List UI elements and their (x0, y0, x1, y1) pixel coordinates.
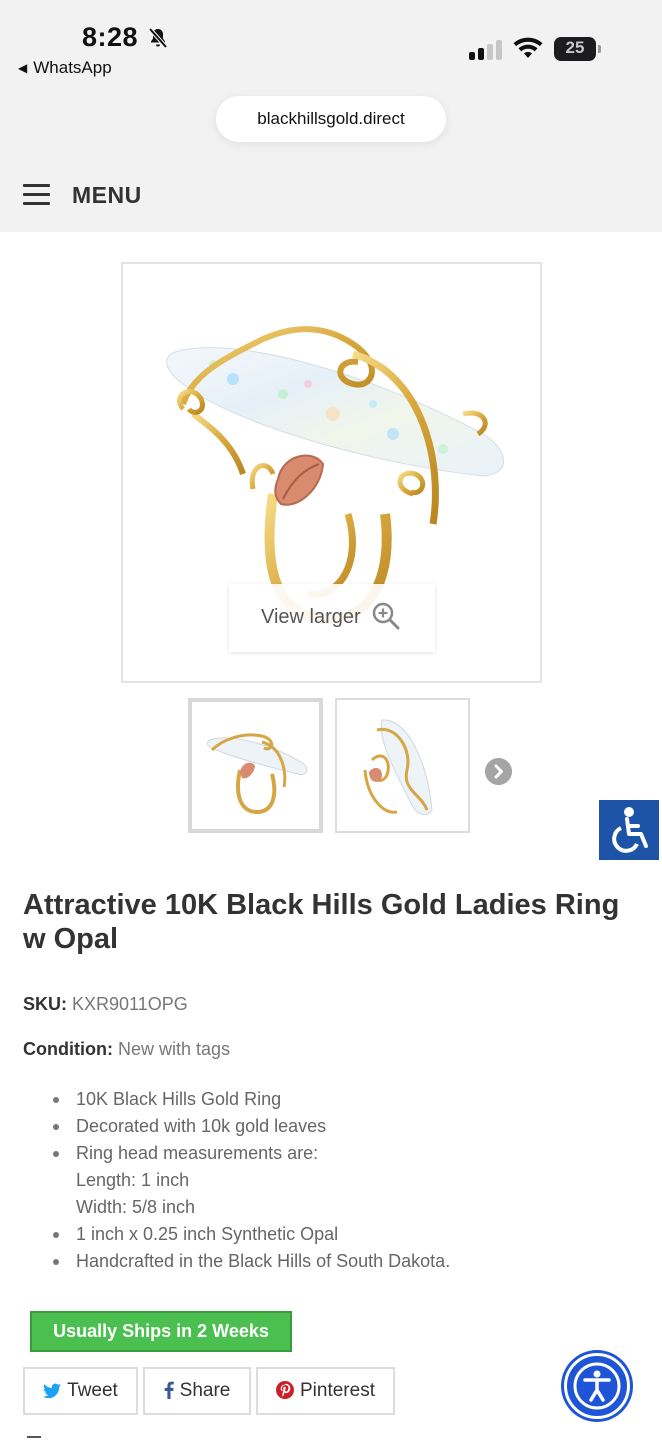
feature-item-text: Ring head measurements are: (76, 1143, 319, 1163)
product-title: Attractive 10K Black Hills Gold Ladies R… (23, 889, 620, 955)
feature-item: Handcrafted in the Black Hills of South … (50, 1248, 630, 1275)
condition-value: New with tags (117, 1039, 231, 1059)
thumbnail-ring-icon (206, 733, 308, 815)
feature-item: Ring head measurements are: Length: 1 in… (50, 1140, 630, 1221)
share-label: Share (179, 1380, 231, 1401)
sku-value: KXR9011OPG (72, 994, 188, 1014)
chevron-right-icon[interactable] (485, 758, 512, 785)
top-chrome: 8:28 ◀ WhatsApp 25 blackhillsgold.direct … (0, 0, 662, 232)
product-main-image[interactable]: View larger (121, 262, 542, 683)
sku-label: SKU: (23, 994, 67, 1014)
pinterest-label: Pinterest (300, 1380, 375, 1401)
thumbnail-ring-icon-2 (363, 719, 433, 816)
address-bar[interactable]: blackhillsgold.direct (216, 96, 446, 142)
thumbnail-2[interactable] (335, 698, 470, 833)
url-text: blackhillsgold.direct (257, 109, 405, 128)
tweet-label: Tweet (67, 1380, 118, 1401)
condition-label: Condition: (23, 1039, 113, 1059)
accessibility-widget-side[interactable] (599, 800, 659, 860)
menu-button[interactable]: MENU (72, 182, 142, 209)
view-larger-button[interactable]: View larger (229, 584, 435, 652)
view-larger-label: View larger (261, 606, 361, 628)
back-app-label: WhatsApp (33, 58, 112, 77)
battery-level: 25 (565, 38, 585, 57)
back-triangle-icon: ◀ (18, 61, 28, 75)
bell-off-icon (148, 27, 168, 49)
thumbnail-1[interactable] (188, 698, 323, 833)
shipping-badge: Usually Ships in 2 Weeks (30, 1311, 292, 1352)
facebook-icon (164, 1381, 174, 1399)
measurement-length: Length: 1 inch (76, 1170, 190, 1190)
pinterest-button[interactable]: Pinterest (256, 1367, 395, 1415)
battery-icon: 25 (554, 37, 601, 61)
divider (27, 1436, 41, 1438)
status-time: 8:28 (82, 22, 139, 52)
feature-item: Decorated with 10k gold leaves (50, 1113, 630, 1140)
feature-item: 1 inch x 0.25 inch Synthetic Opal (50, 1221, 630, 1248)
twitter-icon (43, 1383, 62, 1399)
pinterest-icon (276, 1381, 294, 1399)
hamburger-icon[interactable] (23, 184, 50, 206)
back-to-app-link[interactable]: ◀ WhatsApp (18, 58, 112, 78)
zoom-in-icon (372, 602, 400, 630)
accessibility-icon (573, 1362, 621, 1410)
wifi-icon (513, 37, 543, 58)
sku-line: SKU: KXR9011OPG (23, 994, 188, 1015)
feature-list: 10K Black Hills Gold Ring Decorated with… (50, 1086, 630, 1275)
site-menu-bar: MENU (0, 172, 662, 220)
signal-icon (469, 38, 503, 60)
facebook-share-button[interactable]: Share (143, 1367, 251, 1415)
wheelchair-icon (612, 807, 648, 853)
battery-nub (598, 45, 601, 53)
tweet-button[interactable]: Tweet (23, 1367, 138, 1415)
measurement-width: Width: 5/8 inch (76, 1197, 196, 1217)
condition-line: Condition: New with tags (23, 1039, 230, 1060)
accessibility-button[interactable] (564, 1353, 630, 1419)
feature-item: 10K Black Hills Gold Ring (50, 1086, 630, 1113)
